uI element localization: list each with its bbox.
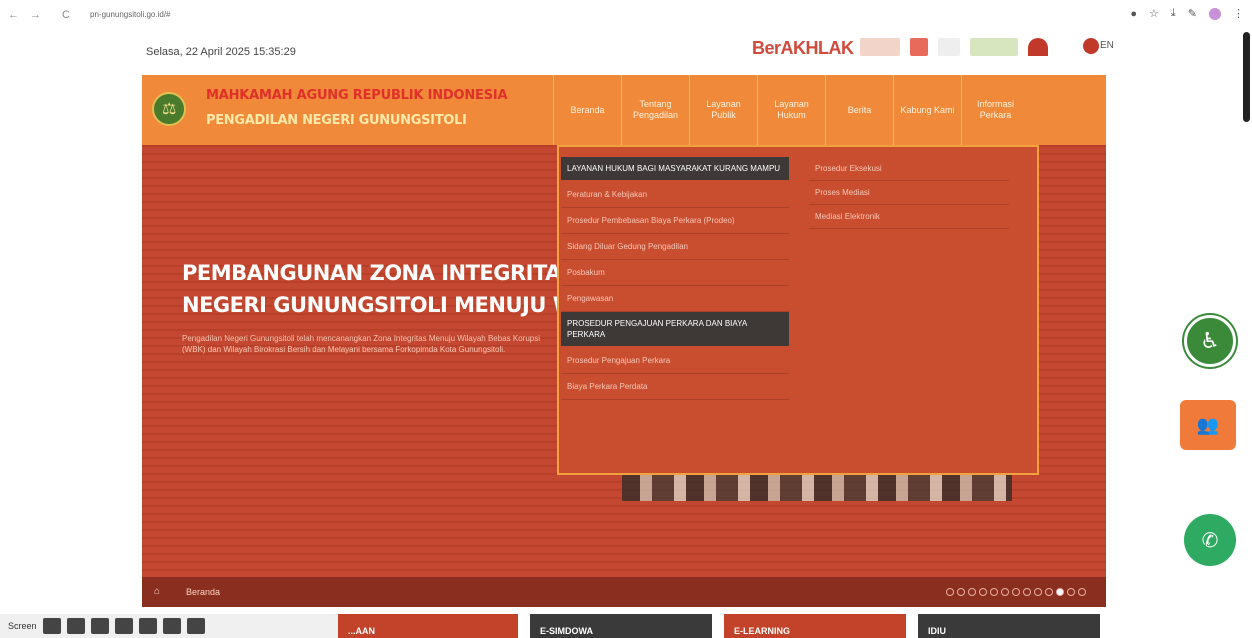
- court-emblem-logo[interactable]: [152, 92, 186, 126]
- slider-dot[interactable]: [1034, 588, 1042, 596]
- nav-item-layanan-publik[interactable]: Layanan Publik: [689, 75, 757, 145]
- extension-icon[interactable]: ✎: [1188, 7, 1197, 20]
- address-bar[interactable]: pn-gunungsitoli.go.id/#: [90, 10, 171, 19]
- toolbar-icon[interactable]: [114, 618, 133, 634]
- people-button[interactable]: 👥: [1180, 400, 1236, 450]
- whatsapp-icon: ✆: [1201, 529, 1219, 552]
- nav-item-layanan-hukum[interactable]: Layanan Hukum: [757, 75, 825, 145]
- bookmark-star-icon[interactable]: ☆: [1149, 7, 1159, 20]
- main-nav: Beranda Tentang Pengadilan Layanan Publi…: [553, 75, 1029, 145]
- search-icon[interactable]: ●: [1130, 8, 1137, 20]
- dropdown-item[interactable]: Pengawasan: [561, 286, 789, 312]
- partner-logos: [860, 38, 1048, 56]
- slider-dot[interactable]: [946, 588, 954, 596]
- browser-actions: ● ☆ ⤓ ✎ ⋮: [1130, 7, 1244, 20]
- service-card[interactable]: ...AAN: [338, 614, 518, 638]
- dropdown-column-1: LAYANAN HUKUM BAGI MASYARAKAT KURANG MAM…: [561, 157, 789, 400]
- dropdown-item[interactable]: Posbakum: [561, 260, 789, 286]
- breadcrumb[interactable]: Beranda: [186, 587, 220, 597]
- uk-flag-icon[interactable]: [1083, 38, 1099, 54]
- slider-dot[interactable]: [968, 588, 976, 596]
- language-switch[interactable]: EN: [1100, 40, 1114, 51]
- badge-logo: [938, 38, 960, 56]
- layanan-hukum-dropdown: LAYANAN HUKUM BAGI MASYARAKAT KURANG MAM…: [557, 145, 1039, 475]
- toolbar-icon[interactable]: [186, 618, 205, 634]
- hero-photo: [622, 473, 1012, 501]
- forward-icon[interactable]: →: [30, 9, 41, 21]
- people-icon: 👥: [1196, 414, 1220, 435]
- accessibility-button[interactable]: ♿: [1184, 315, 1236, 367]
- dropdown-section-heading: PROSEDUR PENGAJUAN PERKARA DAN BIAYA PER…: [561, 312, 789, 346]
- toolbar-icon[interactable]: [138, 618, 157, 634]
- profile-avatar[interactable]: [1209, 7, 1221, 20]
- service-card-esimdowa[interactable]: E-SIMDOWA: [530, 614, 712, 638]
- toolbar-icon[interactable]: [162, 618, 181, 634]
- nav-item-beranda[interactable]: Beranda: [553, 75, 621, 145]
- toolbar-icon[interactable]: [42, 618, 61, 634]
- dropdown-item[interactable]: Sidang Diluar Gedung Pengadilan: [561, 234, 789, 260]
- slider-dot[interactable]: [1078, 588, 1086, 596]
- download-icon[interactable]: ⤓: [1171, 7, 1176, 20]
- nav-item-berita[interactable]: Berita: [825, 75, 893, 145]
- service-card-idiu[interactable]: IDIU: [918, 614, 1100, 638]
- nav-item-informasi-perkara[interactable]: Informasi Perkara: [961, 75, 1029, 145]
- service-card-elearning[interactable]: E-LEARNING: [724, 614, 906, 638]
- dropdown-item[interactable]: Prosedur Eksekusi: [809, 157, 1009, 181]
- berakhlak-logo: BerAKHLAK: [752, 38, 854, 58]
- toolbar-icon[interactable]: [90, 618, 109, 634]
- scrollbar-thumb[interactable]: [1243, 32, 1250, 122]
- reload-icon[interactable]: C: [62, 9, 70, 21]
- service-cards: ...AAN E-SIMDOWA E-LEARNING IDIU: [338, 614, 1100, 638]
- court-parent-name: MAHKAMAH AGUNG REPUBLIK INDONESIA: [206, 88, 508, 103]
- browser-toolbar: ← → C pn-gunungsitoli.go.id/# ● ☆ ⤓ ✎ ⋮: [0, 0, 1252, 30]
- slider-dot[interactable]: [1045, 588, 1053, 596]
- kebab-menu-icon[interactable]: ⋮: [1233, 7, 1244, 20]
- indonesia-flag-icon[interactable]: [1028, 38, 1048, 56]
- screen-recorder-toolbar: Screen: [0, 614, 390, 638]
- dropdown-section-heading: LAYANAN HUKUM BAGI MASYARAKAT KURANG MAM…: [561, 157, 789, 180]
- dropdown-item[interactable]: Proses Mediasi: [809, 181, 1009, 205]
- slider-dot[interactable]: [979, 588, 987, 596]
- nav-item-kabung-kami[interactable]: Kabung Kami: [893, 75, 961, 145]
- slider-dot[interactable]: [1067, 588, 1075, 596]
- slider-dot[interactable]: [990, 588, 998, 596]
- slider-dot[interactable]: [957, 588, 965, 596]
- datetime-display: Selasa, 22 April 2025 15:35:29: [146, 46, 296, 58]
- hero-description: Pengadilan Negeri Gunungsitoli telah men…: [182, 334, 540, 354]
- html5-icon: [910, 38, 928, 56]
- recorder-label: Screen: [8, 621, 37, 631]
- wheelchair-icon: ♿: [1200, 328, 1220, 353]
- home-icon[interactable]: ⌂: [154, 586, 160, 597]
- slider-dot[interactable]: [1001, 588, 1009, 596]
- slider-dot-active[interactable]: [1056, 588, 1064, 596]
- bangga-melayani-logo: [860, 38, 900, 56]
- dropdown-item[interactable]: Biaya Perkara Perdata: [561, 374, 789, 400]
- slider-dot[interactable]: [1012, 588, 1020, 596]
- dropdown-item[interactable]: Mediasi Elektronik: [809, 205, 1009, 229]
- whatsapp-button[interactable]: ✆: [1184, 514, 1236, 566]
- hero-footer-bar: ⌂ Beranda: [142, 577, 1106, 607]
- slider-pagination: [946, 588, 1086, 596]
- court-name: PENGADILAN NEGERI GUNUNGSITOLI: [206, 113, 467, 128]
- dropdown-item[interactable]: Peraturan & Kebijakan: [561, 182, 789, 208]
- dropdown-item[interactable]: Prosedur Pembebasan Biaya Perkara (Prode…: [561, 208, 789, 234]
- slider-dot[interactable]: [1023, 588, 1031, 596]
- wbk-logo: [970, 38, 1018, 56]
- toolbar-icon[interactable]: [66, 618, 85, 634]
- dropdown-column-2: Prosedur Eksekusi Proses Mediasi Mediasi…: [809, 157, 1009, 229]
- nav-item-tentang-pengadilan[interactable]: Tentang Pengadilan: [621, 75, 689, 145]
- dropdown-item[interactable]: Prosedur Pengajuan Perkara: [561, 348, 789, 374]
- back-icon[interactable]: ←: [8, 9, 19, 21]
